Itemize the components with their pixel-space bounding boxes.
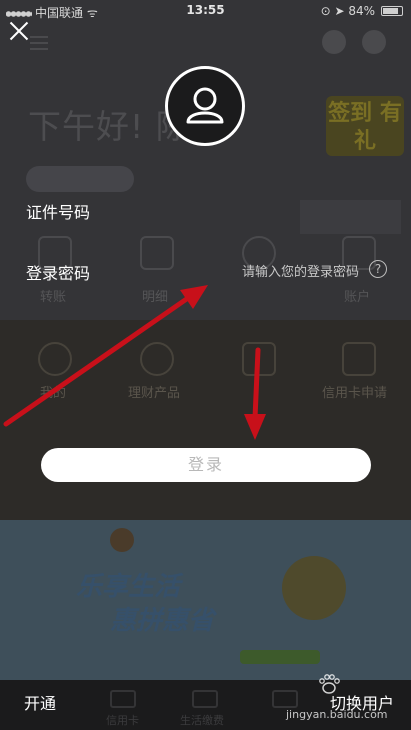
annotation-arrow-down (244, 347, 266, 440)
watermark-url: jingyan.baidu.com (286, 708, 388, 721)
annotation-arrows (3, 285, 266, 440)
watermark: jingyan.baidu.com (286, 672, 406, 726)
annotation-arrow-diagonal (3, 285, 208, 427)
paw-icon (319, 674, 340, 694)
